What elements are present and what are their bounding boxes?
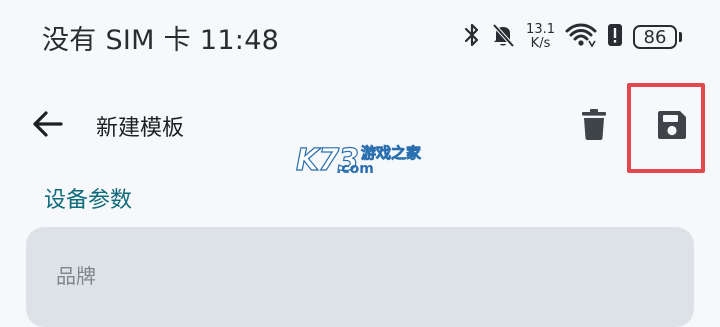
mute-bell-icon bbox=[490, 22, 516, 52]
back-arrow-icon bbox=[33, 111, 63, 137]
save-icon bbox=[658, 111, 686, 139]
watermark-site-name: 游戏之家 bbox=[361, 144, 422, 163]
bluetooth-icon bbox=[464, 22, 480, 52]
delete-icon bbox=[582, 109, 606, 140]
site-watermark: K73 游戏之家 .com bbox=[295, 142, 426, 179]
page-title: 新建模板 bbox=[96, 116, 185, 141]
save-button[interactable] bbox=[652, 105, 692, 145]
battery-level: 86 bbox=[633, 25, 677, 49]
status-bar: 没有 SIM 卡 11:48 13.1 K/s 86 bbox=[0, 0, 720, 72]
network-speed-value: 13.1 bbox=[526, 22, 555, 37]
network-speed: 13.1 K/s bbox=[526, 23, 555, 51]
wifi-icon bbox=[565, 22, 597, 52]
brand-input[interactable] bbox=[54, 257, 658, 295]
back-button[interactable] bbox=[30, 106, 66, 142]
battery-icon: 86 bbox=[633, 25, 682, 49]
status-icons: 13.1 K/s 86 bbox=[464, 20, 682, 54]
brand-field[interactable] bbox=[26, 227, 694, 327]
battery-tip bbox=[679, 32, 682, 42]
battery-alert-icon bbox=[607, 22, 623, 52]
section-title-device-params: 设备参数 bbox=[44, 188, 133, 213]
watermark-domain: .com bbox=[336, 161, 374, 177]
delete-button[interactable] bbox=[574, 104, 614, 144]
network-speed-unit: K/s bbox=[530, 36, 551, 51]
carrier-time-text: 没有 SIM 卡 11:48 bbox=[42, 25, 280, 56]
